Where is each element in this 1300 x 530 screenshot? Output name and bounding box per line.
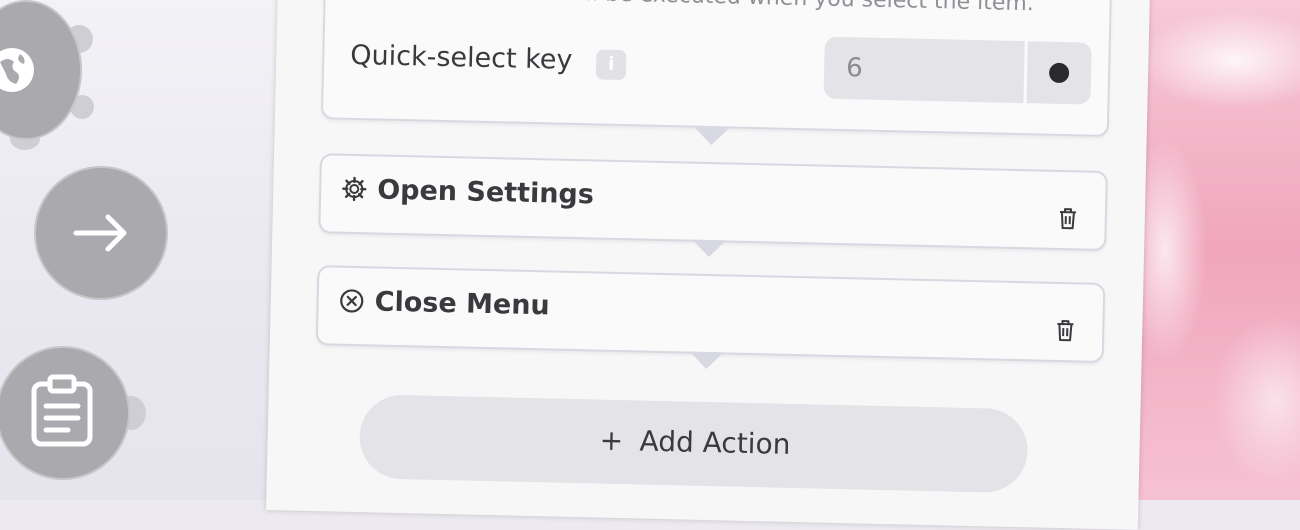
- action-card[interactable]: Close Menu: [315, 265, 1106, 364]
- actions-info-text: The actions below will be executed when …: [356, 0, 1035, 16]
- node-arrow[interactable]: [34, 166, 168, 300]
- delete-action-icon[interactable]: [1057, 206, 1080, 230]
- menu-editor-panel: The actions below will be executed when …: [265, 0, 1151, 530]
- connector-arrow: [694, 127, 729, 146]
- action-title: Close Menu: [374, 286, 551, 322]
- record-dot-icon: [1048, 62, 1070, 84]
- action-card[interactable]: Open Settings: [318, 153, 1108, 252]
- desktop-background-right: [1125, 0, 1300, 500]
- quick-select-label: Quick-select key: [349, 39, 573, 76]
- arrow-right-icon: [73, 214, 127, 252]
- node-clipboard[interactable]: [0, 346, 130, 480]
- delete-action-icon[interactable]: [1054, 318, 1077, 342]
- close-circle-icon: [340, 289, 364, 313]
- info-icon[interactable]: i: [595, 49, 627, 81]
- action-title: Open Settings: [376, 174, 595, 211]
- connector-arrow: [689, 351, 724, 370]
- quick-select-input[interactable]: 6: [823, 36, 1025, 104]
- add-action-label: Add Action: [639, 424, 791, 461]
- clipboard-icon: [31, 374, 93, 447]
- plus-icon: +: [599, 423, 624, 458]
- gear-icon: [342, 176, 367, 202]
- record-key-button[interactable]: [1026, 41, 1092, 105]
- connector-arrow: [691, 239, 727, 258]
- item-properties-card: The actions below will be executed when …: [320, 0, 1113, 138]
- globe-icon: [0, 48, 34, 92]
- add-action-button[interactable]: + Add Action: [358, 394, 1029, 494]
